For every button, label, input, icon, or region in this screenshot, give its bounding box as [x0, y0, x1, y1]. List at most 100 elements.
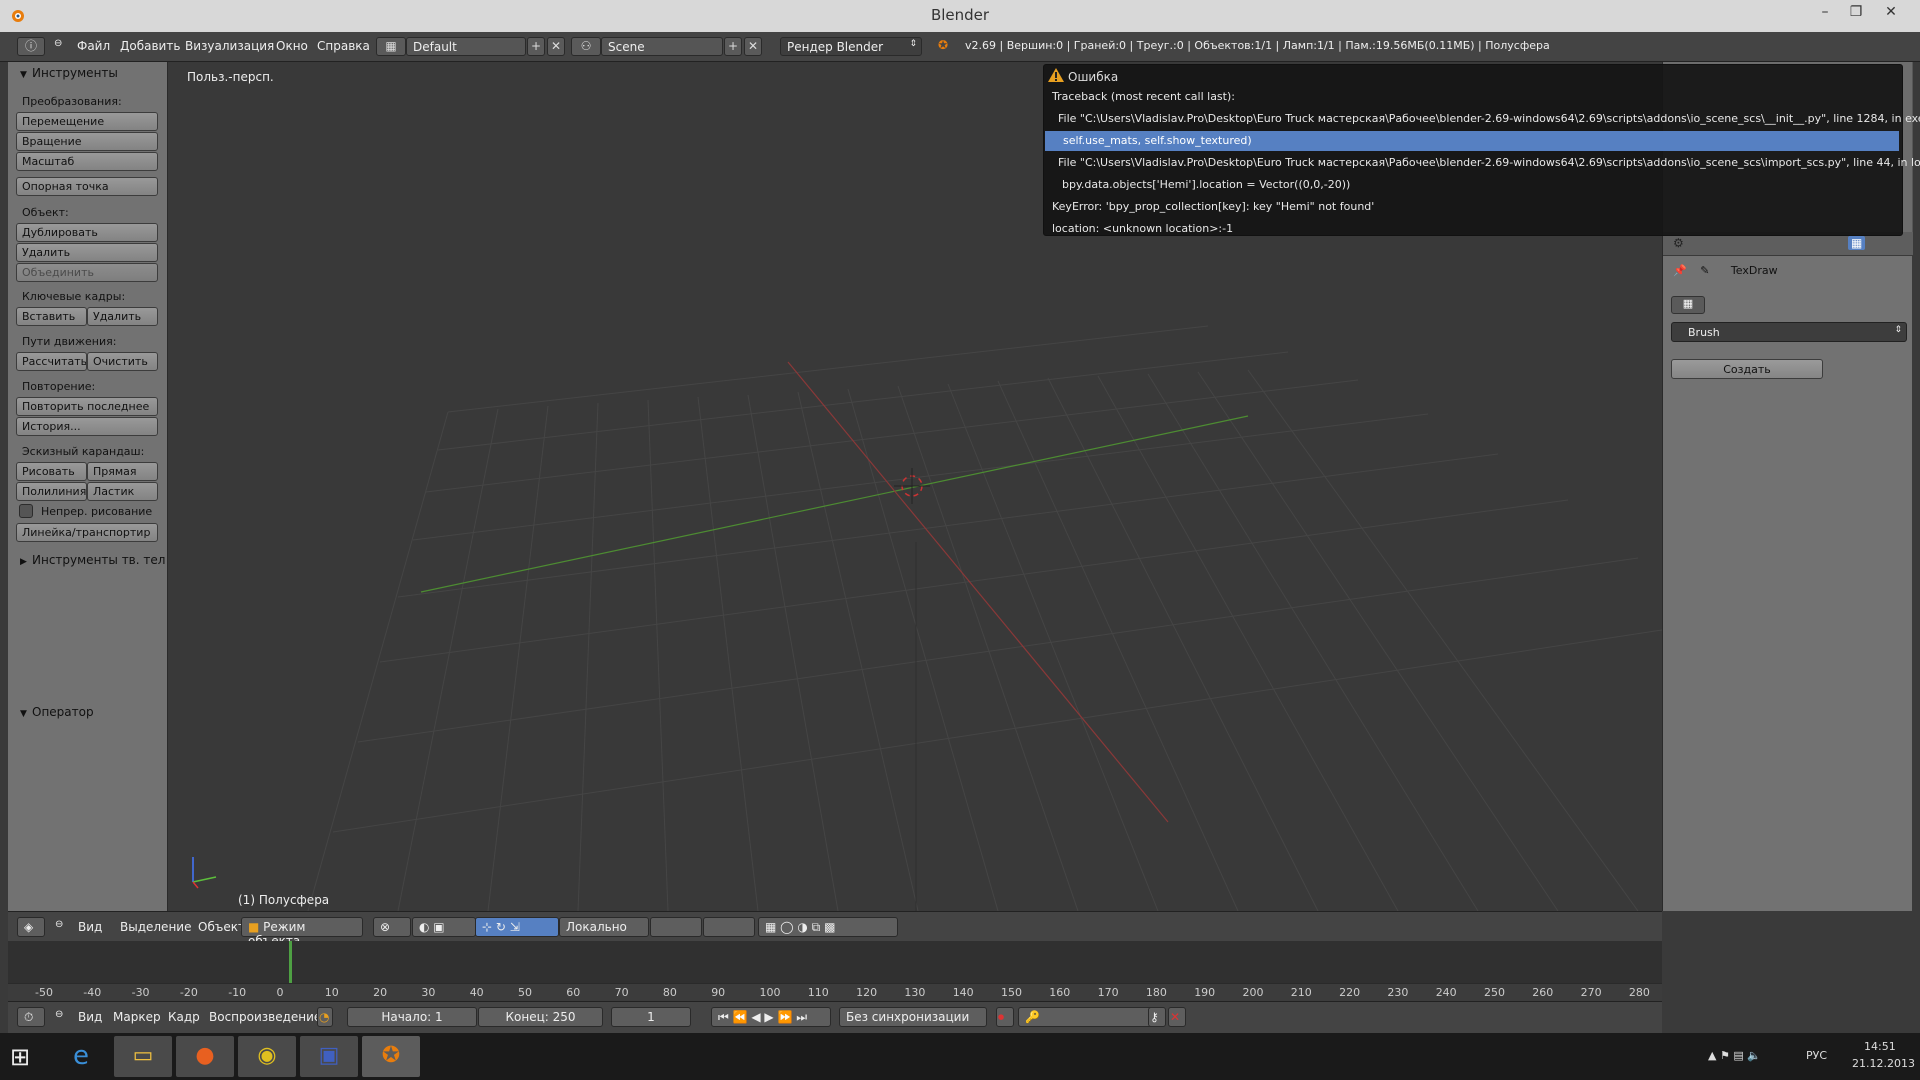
pivot-button[interactable]: Опорная точка: [16, 177, 158, 196]
clock-time[interactable]: 14:51: [1864, 1040, 1896, 1053]
insert-keyframe-button[interactable]: Вставить: [16, 307, 87, 326]
object-mode-icon: ■: [248, 920, 260, 934]
timeline-tick-label: -50: [35, 986, 53, 999]
menu-object[interactable]: Объект: [198, 920, 245, 934]
collapse-menus-icon[interactable]: ⊖: [54, 38, 62, 49]
timeline-tick-label: 240: [1435, 986, 1457, 999]
error-popup[interactable]: Ошибка Traceback (most recent call last)…: [1043, 64, 1920, 236]
internet-explorer-icon[interactable]: e: [52, 1036, 110, 1077]
ruler-button[interactable]: Линейка/транспортир: [16, 523, 158, 542]
history-button[interactable]: История...: [16, 417, 158, 436]
save-app-icon[interactable]: ▣: [300, 1036, 358, 1077]
chrome-icon[interactable]: ◉: [238, 1036, 296, 1077]
shading-select[interactable]: ⊗: [373, 917, 411, 937]
menu-playback[interactable]: Воспроизведение: [209, 1010, 321, 1024]
media-player-icon[interactable]: ●: [176, 1036, 234, 1077]
rigid-body-panel-header[interactable]: ▶ Инструменты тв. тел: [20, 553, 165, 567]
menu-window[interactable]: Окно: [276, 39, 308, 53]
file-explorer-icon[interactable]: ▭: [114, 1036, 172, 1077]
use-preview-range-icon[interactable]: ◔: [317, 1007, 333, 1027]
close-button[interactable]: ✕: [1878, 2, 1904, 22]
current-frame-field[interactable]: 1: [611, 1007, 691, 1027]
continuous-draw-checkbox[interactable]: [19, 504, 33, 518]
error-line-selected[interactable]: self.use_mats, self.show_textured): [1045, 131, 1899, 151]
calculate-paths-button[interactable]: Рассчитать: [16, 352, 87, 371]
screen-layout-field[interactable]: Default: [406, 37, 526, 56]
timeline-strip[interactable]: [8, 941, 1662, 983]
menu-view[interactable]: Вид: [78, 920, 102, 934]
operator-panel-header[interactable]: ▼ Оператор: [20, 705, 94, 719]
menu-help[interactable]: Справка: [317, 39, 370, 53]
sync-select[interactable]: Без синхронизации: [839, 1007, 987, 1027]
snap-tools[interactable]: ▦ ◯ ◑ ⧉ ▩: [758, 917, 898, 937]
playback-controls[interactable]: ⏮ ⏪ ◀ ▶ ⏩ ⏭: [711, 1007, 831, 1027]
tools-panel-header[interactable]: ▼ Инструменты: [20, 66, 118, 80]
timeline[interactable]: -50 -40 -30 -20 -10 0 10 20 30 40 50 60 70 80 90 100 110…: [8, 941, 1662, 1001]
menu-marker[interactable]: Маркер: [113, 1010, 161, 1024]
editor-type-icon[interactable]: ◈: [17, 917, 45, 937]
insert-keyframe-icon[interactable]: ⚷: [1148, 1007, 1166, 1027]
add-layout-button[interactable]: +: [527, 37, 545, 56]
menu-render[interactable]: Визуализация: [185, 39, 274, 53]
rotate-button[interactable]: Вращение: [16, 132, 158, 151]
join-button[interactable]: Объединить: [16, 263, 158, 282]
windows-start-icon[interactable]: ⊞: [10, 1043, 30, 1071]
info-header: ⓘ ⊖ Файл Добавить Визуализация Окно Спра…: [0, 32, 1920, 62]
collapse-menus-icon[interactable]: ⊖: [55, 919, 63, 930]
translate-button[interactable]: Перемещение: [16, 112, 158, 131]
menu-add[interactable]: Добавить: [120, 39, 180, 53]
scene-icon[interactable]: ⚇: [571, 37, 601, 56]
pin-icon[interactable]: 📌: [1673, 264, 1687, 277]
brush-select[interactable]: Brush ⇕: [1671, 322, 1907, 342]
remove-layout-button[interactable]: ✕: [547, 37, 565, 56]
repeat-last-button[interactable]: Повторить последнее: [16, 397, 158, 416]
minimize-button[interactable]: –: [1812, 2, 1838, 22]
collapse-menus-icon[interactable]: ⊖: [55, 1009, 63, 1020]
line-button[interactable]: Прямая: [87, 462, 158, 481]
manipulator-toggle[interactable]: ⊹ ↻ ⇲: [475, 917, 559, 937]
record-button[interactable]: ⏺: [996, 1007, 1014, 1027]
current-frame-cursor[interactable]: [289, 941, 292, 989]
menu-view[interactable]: Вид: [78, 1010, 102, 1024]
language-indicator[interactable]: РУС: [1806, 1049, 1827, 1062]
screen-layout-icon[interactable]: ▦: [376, 37, 406, 56]
tray-icons[interactable]: ▲ ⚑ ▤ 🔈: [1708, 1049, 1761, 1062]
layers-grid-2[interactable]: [703, 917, 755, 937]
remove-scene-button[interactable]: ✕: [744, 37, 762, 56]
poly-button[interactable]: Полилиния: [16, 482, 87, 501]
scene-field[interactable]: Scene: [601, 37, 723, 56]
clock-date[interactable]: 21.12.2013: [1852, 1057, 1915, 1070]
layers-grid[interactable]: [650, 917, 702, 937]
properties-editor-icon[interactable]: ⚙: [1673, 236, 1684, 250]
keying-set-field[interactable]: 🔑: [1018, 1007, 1158, 1027]
maximize-button[interactable]: ❐: [1843, 2, 1869, 22]
delete-button[interactable]: Удалить: [16, 243, 158, 262]
editor-type-icon[interactable]: ⓘ: [17, 37, 45, 56]
blender-taskbar-icon[interactable]: ✪: [362, 1036, 420, 1077]
delete-keyframe-icon[interactable]: ✕: [1168, 1007, 1186, 1027]
clear-paths-button[interactable]: Очистить: [87, 352, 158, 371]
delete-keyframe-button[interactable]: Удалить: [87, 307, 158, 326]
texture-tab-icon[interactable]: ▦: [1848, 236, 1866, 250]
editor-type-icon[interactable]: ⏱: [17, 1007, 45, 1027]
draw-button[interactable]: Рисовать: [16, 462, 87, 481]
mode-select[interactable]: ■ Режим объекта: [241, 917, 363, 948]
render-engine-select[interactable]: Рендер Blender ⇕: [780, 37, 922, 56]
timeline-tick-label: 120: [856, 986, 878, 999]
erase-button[interactable]: Ластик: [87, 482, 158, 501]
create-texture-button[interactable]: Создать: [1671, 359, 1823, 379]
error-line: File "C:\Users\Vladislav.Pro\Desktop\Eur…: [1058, 112, 1920, 125]
3d-cursor-icon[interactable]: [894, 468, 930, 504]
pivot-select[interactable]: ◐ ▣: [412, 917, 476, 937]
orientation-select[interactable]: Локально: [559, 917, 649, 937]
duplicate-button[interactable]: Дублировать: [16, 223, 158, 242]
scale-button[interactable]: Масштаб: [16, 152, 158, 171]
start-frame-field[interactable]: Начало: 1: [347, 1007, 477, 1027]
menu-select[interactable]: Выделение: [120, 920, 191, 934]
menu-frame[interactable]: Кадр: [168, 1010, 200, 1024]
texture-type-icon[interactable]: ▦: [1671, 296, 1705, 314]
add-scene-button[interactable]: +: [724, 37, 742, 56]
end-frame-field[interactable]: Конец: 250: [478, 1007, 603, 1027]
menu-file[interactable]: Файл: [77, 39, 110, 53]
timeline-tick-label: 230: [1387, 986, 1409, 999]
